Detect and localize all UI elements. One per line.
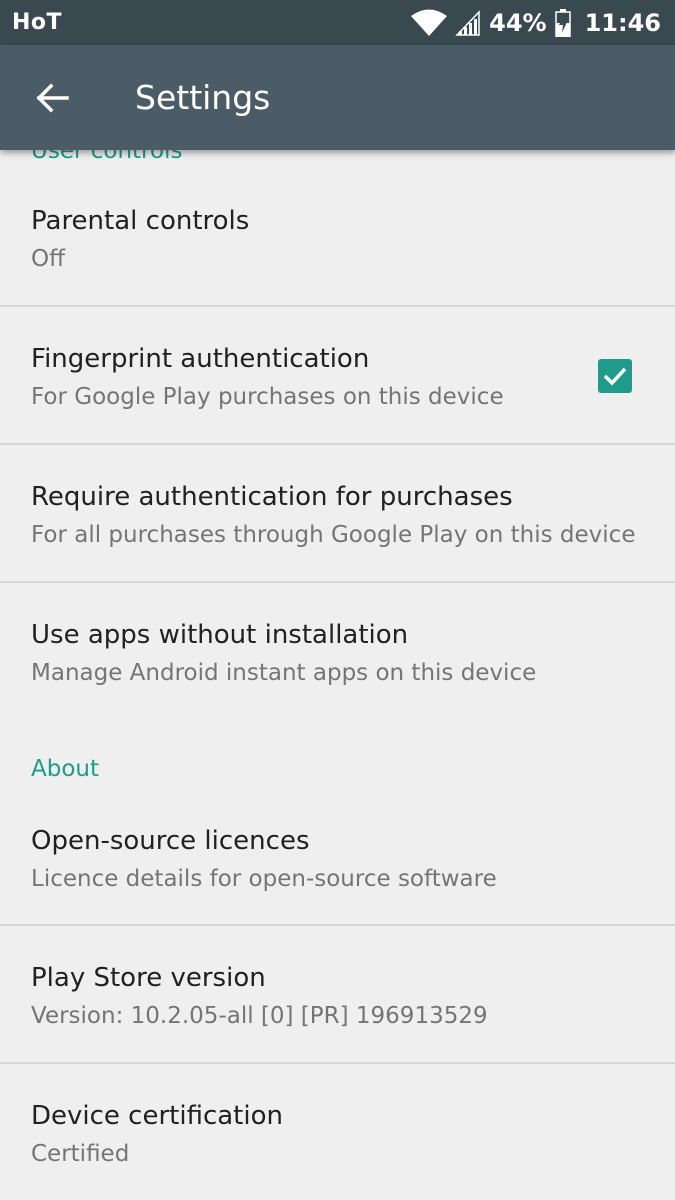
arrow-back-icon	[36, 83, 69, 112]
setting-summary: Licence details for open-source software	[31, 866, 497, 892]
setting-summary: Certified	[31, 1141, 130, 1167]
carrier-name: HoT	[12, 10, 63, 35]
setting-summary: Version: 10.2.05-all [0] [PR] 196913529	[31, 1003, 488, 1029]
setting-title: Open-source licences	[31, 826, 310, 856]
signal-icon	[455, 9, 481, 36]
battery-charging-icon	[554, 8, 571, 37]
setting-open-source-licences[interactable]: Open-source licences Licence details for…	[0, 810, 675, 926]
setting-fingerprint-authentication[interactable]: Fingerprint authentication For Google Pl…	[0, 328, 675, 444]
divider	[0, 443, 675, 445]
setting-title: Device certification	[31, 1101, 283, 1131]
status-bar: HoT 44% 11:46	[0, 0, 675, 45]
setting-parental-controls[interactable]: Parental controls Off	[0, 190, 675, 306]
wifi-icon	[411, 9, 448, 37]
battery-percent: 44%	[489, 8, 547, 37]
setting-device-certification[interactable]: Device certification Certified	[0, 1085, 675, 1200]
fingerprint-checkbox[interactable]	[598, 359, 632, 393]
setting-summary: Manage Android instant apps on this devi…	[31, 660, 537, 686]
divider	[0, 305, 675, 307]
setting-title: Parental controls	[31, 206, 250, 236]
setting-require-authentication[interactable]: Require authentication for purchases For…	[0, 466, 675, 582]
setting-summary: Off	[31, 246, 65, 272]
setting-summary: For Google Play purchases on this device	[31, 384, 504, 410]
divider	[0, 924, 675, 926]
page-title: Settings	[135, 78, 271, 117]
app-toolbar: Settings	[0, 45, 675, 150]
back-button[interactable]	[22, 68, 82, 128]
clock: 11:46	[584, 8, 661, 37]
setting-title: Play Store version	[31, 963, 266, 993]
check-icon	[603, 367, 627, 386]
setting-summary: For all purchases through Google Play on…	[31, 522, 636, 548]
section-header-about: About	[31, 756, 100, 782]
settings-list[interactable]: User controls Parental controls Off Fing…	[0, 150, 675, 1200]
setting-instant-apps[interactable]: Use apps without installation Manage And…	[0, 604, 675, 720]
setting-title: Use apps without installation	[31, 620, 409, 650]
divider	[0, 581, 675, 583]
setting-title: Fingerprint authentication	[31, 344, 370, 374]
divider	[0, 1062, 675, 1064]
setting-title: Require authentication for purchases	[31, 482, 513, 512]
setting-play-store-version[interactable]: Play Store version Version: 10.2.05-all …	[0, 947, 675, 1063]
section-header-user-controls: User controls	[31, 150, 183, 164]
status-icons: 44% 11:46	[411, 8, 661, 37]
